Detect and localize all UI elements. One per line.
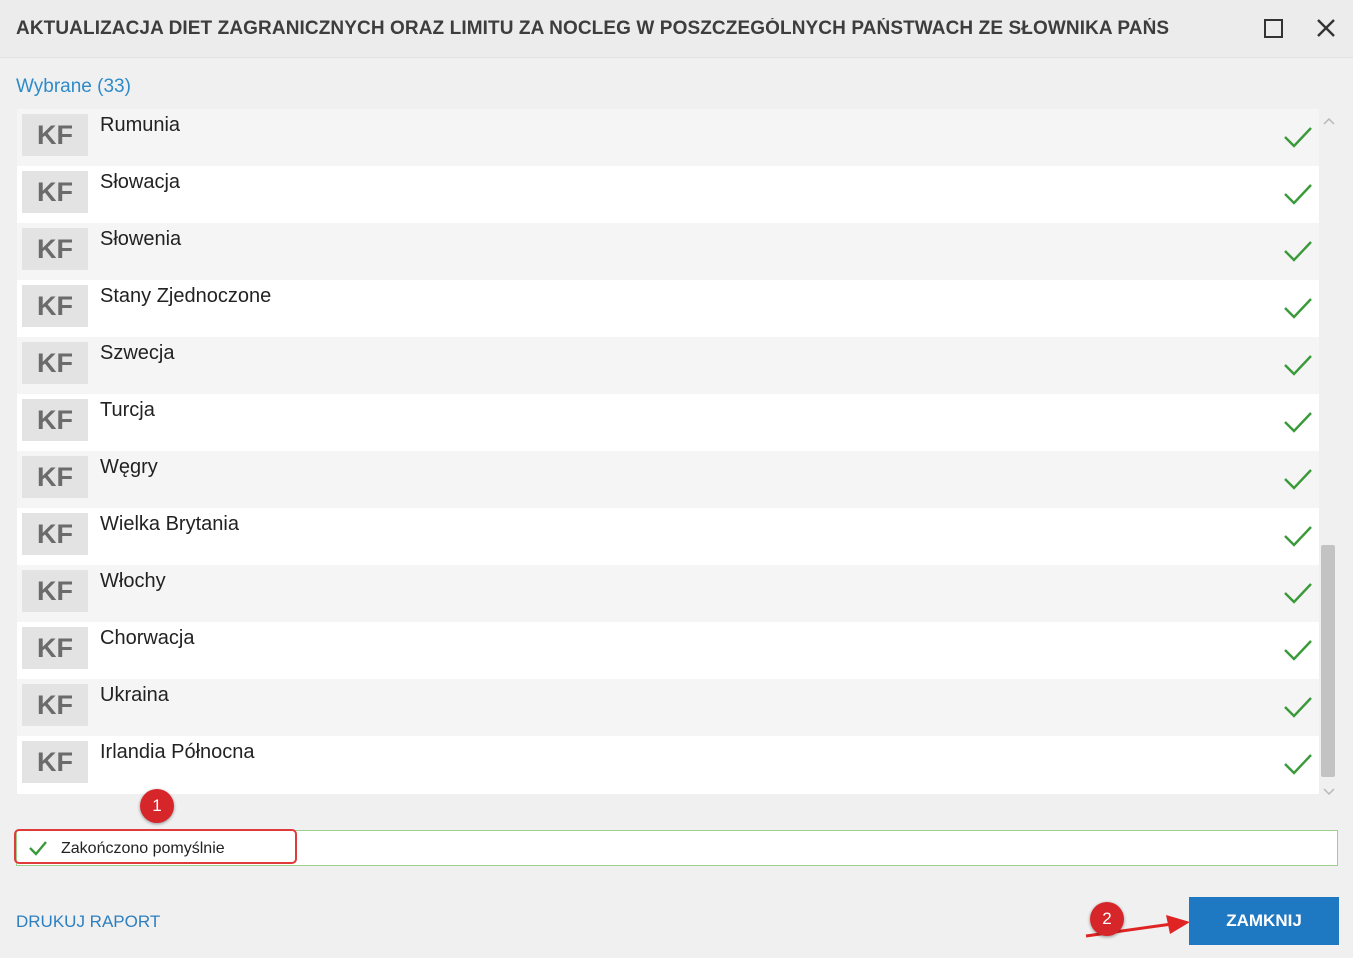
check-icon: [1284, 241, 1312, 262]
list-item[interactable]: KF Szwecja: [17, 337, 1319, 394]
list-item[interactable]: KF Irlandia Północna: [17, 736, 1319, 793]
item-badge: KF: [22, 627, 88, 669]
check-icon: [1284, 127, 1312, 148]
country-name: Ukraina: [100, 684, 169, 706]
check-icon: [1284, 697, 1312, 718]
annotation-badge-1: 1: [140, 789, 174, 823]
country-name: Chorwacja: [100, 627, 195, 649]
list-item[interactable]: KF Ukraina: [17, 679, 1319, 736]
scroll-down-icon[interactable]: [1322, 784, 1336, 798]
country-name: Stany Zjednoczone: [100, 285, 272, 307]
check-icon: [1284, 526, 1312, 547]
scrollbar-thumb[interactable]: [1321, 545, 1335, 777]
close-dialog-button[interactable]: ZAMKNIJ: [1189, 897, 1339, 945]
selected-items-link[interactable]: Wybrane (33): [16, 76, 131, 98]
country-name: Słowenia: [100, 228, 182, 250]
title-bar: AKTUALIZACJA DIET ZAGRANICZNYCH ORAZ LIM…: [0, 0, 1353, 58]
check-icon: [1284, 640, 1312, 661]
item-badge: KF: [22, 114, 88, 156]
close-icon: [1317, 19, 1335, 37]
country-name: Rumunia: [100, 114, 181, 136]
check-icon: [1284, 412, 1312, 433]
item-badge: KF: [22, 456, 88, 498]
list-item[interactable]: KF Stany Zjednoczone: [17, 280, 1319, 337]
print-report-link[interactable]: DRUKUJ RAPORT: [16, 912, 160, 932]
item-badge: KF: [22, 684, 88, 726]
list-item[interactable]: KF Słowenia: [17, 223, 1319, 280]
close-window-button[interactable]: [1314, 16, 1338, 40]
list-item[interactable]: KF Rumunia: [17, 109, 1319, 166]
status-highlight-box: [14, 829, 297, 864]
item-badge: KF: [22, 285, 88, 327]
dialog-title: AKTUALIZACJA DIET ZAGRANICZNYCH ORAZ LIM…: [16, 18, 1170, 39]
item-badge: KF: [22, 342, 88, 384]
check-icon: [1284, 469, 1312, 490]
country-list[interactable]: KF Rumunia KF Słowacja KF Słowenia KF Stany Zje…: [17, 109, 1319, 794]
country-name: Wielka Brytania: [100, 513, 239, 535]
country-name: Słowacja: [100, 171, 181, 193]
list-item[interactable]: KF Słowacja: [17, 166, 1319, 223]
list-item[interactable]: KF Wielka Brytania: [17, 508, 1319, 565]
country-name: Włochy: [100, 570, 166, 592]
maximize-icon: [1264, 19, 1283, 38]
annotation-badge-2: 2: [1090, 902, 1124, 936]
item-badge: KF: [22, 741, 88, 783]
country-name: Irlandia Północna: [100, 741, 255, 763]
check-icon: [1284, 355, 1312, 376]
check-icon: [1284, 754, 1312, 775]
selected-label: Wybrane: [16, 76, 92, 97]
check-icon: [1284, 583, 1312, 604]
list-item[interactable]: KF Turcja: [17, 394, 1319, 451]
list-item[interactable]: KF Chorwacja: [17, 622, 1319, 679]
list-scrollbar[interactable]: [1320, 109, 1338, 799]
item-badge: KF: [22, 228, 88, 270]
check-icon: [1284, 298, 1312, 319]
item-badge: KF: [22, 171, 88, 213]
item-badge: KF: [22, 570, 88, 612]
country-name: Turcja: [100, 399, 155, 421]
item-badge: KF: [22, 513, 88, 555]
scroll-up-icon[interactable]: [1322, 115, 1336, 129]
selected-count: (33): [97, 76, 131, 97]
list-item[interactable]: KF Węgry: [17, 451, 1319, 508]
item-badge: KF: [22, 399, 88, 441]
list-item[interactable]: KF Włochy: [17, 565, 1319, 622]
country-name: Węgry: [100, 456, 158, 478]
check-icon: [1284, 184, 1312, 205]
country-name: Szwecja: [100, 342, 175, 364]
maximize-button[interactable]: [1261, 16, 1285, 40]
